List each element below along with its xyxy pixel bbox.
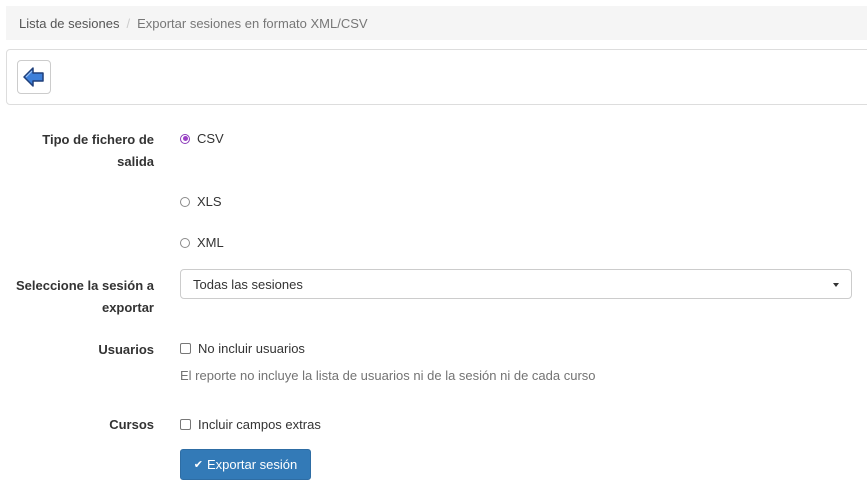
no-users-checkbox-label: No incluir usuarios (198, 341, 305, 356)
radio-csv[interactable]: CSV (180, 131, 224, 146)
radio-xml-control[interactable] (180, 237, 190, 248)
export-session-button-label: Exportar sesión (206, 457, 298, 472)
session-select-label: Seleccione la sesión a exportar (15, 278, 154, 315)
extra-fields-checkbox[interactable] (180, 419, 191, 430)
breadcrumb-item-session-list[interactable]: Lista de sesiones (19, 16, 119, 31)
no-users-checkbox[interactable] (180, 343, 191, 354)
back-arrow-icon (23, 67, 44, 87)
toolbar (6, 49, 867, 105)
no-users-checkbox-row[interactable]: No incluir usuarios (180, 341, 305, 356)
extra-fields-checkbox-row[interactable]: Incluir campos extras (180, 417, 321, 432)
radio-xls-control[interactable] (180, 196, 190, 207)
caret-down-icon (833, 283, 839, 287)
users-label: Usuarios (98, 342, 154, 357)
export-session-button[interactable]: ✔ Exportar sesión (180, 449, 311, 480)
radio-xls-label: XLS (197, 194, 222, 209)
breadcrumb-item-current: Exportar sesiones en formato XML/CSV (137, 15, 368, 31)
radio-csv-label: CSV (197, 131, 224, 146)
radio-xml-label: XML (197, 235, 224, 250)
courses-label: Cursos (109, 417, 154, 432)
users-help-text: El reporte no incluye la lista de usuari… (180, 368, 596, 383)
extra-fields-checkbox-label: Incluir campos extras (198, 417, 321, 432)
breadcrumb: Lista de sesiones / Exportar sesiones en… (6, 6, 867, 40)
back-button[interactable] (17, 60, 51, 94)
file-type-label: Tipo de fichero de salida (42, 132, 154, 169)
session-select-value: Todas las sesiones (193, 276, 303, 292)
session-select[interactable]: Todas las sesiones (180, 269, 852, 299)
breadcrumb-separator: / (126, 15, 131, 31)
radio-csv-control[interactable] (180, 133, 190, 144)
radio-xml[interactable]: XML (180, 235, 224, 250)
radio-xls[interactable]: XLS (180, 194, 222, 209)
check-icon: ✔ (193, 459, 203, 471)
